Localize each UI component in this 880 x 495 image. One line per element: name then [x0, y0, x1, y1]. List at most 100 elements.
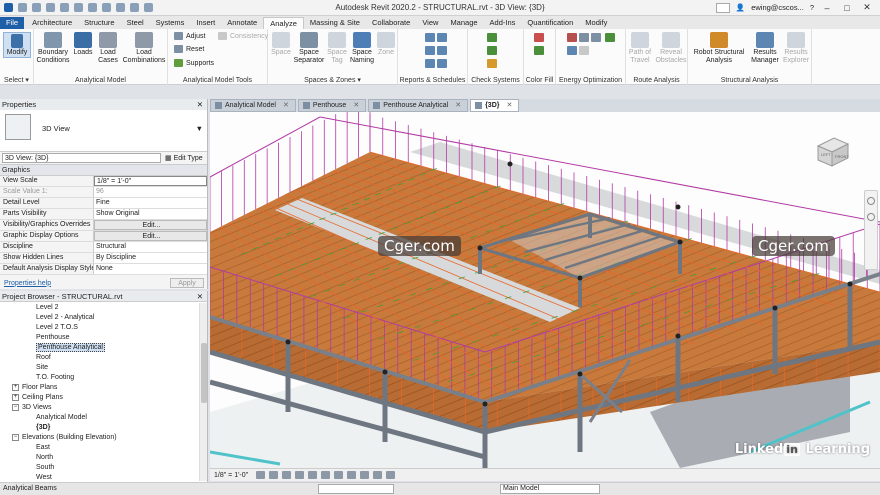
ribbon-tab-massing-site[interactable]: Massing & Site — [304, 17, 366, 29]
material-takeoff-icon[interactable] — [425, 46, 435, 55]
browser-item[interactable]: Level 2 T.O.S — [0, 323, 207, 333]
browser-item[interactable]: Penthouse — [0, 333, 207, 343]
optimize-icon[interactable] — [567, 46, 577, 55]
ribbon-tab-structure[interactable]: Structure — [78, 17, 120, 29]
temporary-hide-icon[interactable] — [360, 471, 370, 479]
browser-item[interactable]: East — [0, 443, 207, 453]
generate-icon[interactable] — [605, 33, 616, 42]
load-cases-button[interactable]: Load Cases — [96, 32, 120, 65]
collapse-icon[interactable]: − — [12, 433, 19, 441]
browser-item[interactable]: + Ceiling Plans — [0, 393, 207, 403]
consistency-button[interactable]: Consistency — [218, 32, 268, 40]
navigation-bar[interactable] — [864, 190, 878, 270]
reveal-obstacles-button[interactable]: Reveal Obstacles — [654, 32, 688, 65]
structural-model-drawing[interactable] — [210, 112, 880, 468]
modify-button[interactable]: Modify — [3, 32, 31, 58]
maximize-button[interactable]: □ — [840, 3, 854, 13]
schedule-icon[interactable] — [425, 33, 435, 42]
energy-settings-icon[interactable] — [567, 33, 577, 42]
property-value[interactable]: 96 — [94, 187, 207, 197]
ribbon-tab-systems[interactable]: Systems — [150, 17, 191, 29]
select-dropdown[interactable]: Select ▾ — [0, 76, 33, 84]
visual-style-icon[interactable] — [269, 471, 279, 479]
browser-item[interactable]: Level 2 - Analytical — [0, 313, 207, 323]
browser-item[interactable]: Roof — [0, 353, 207, 363]
property-value[interactable]: None — [94, 264, 207, 274]
expand-icon[interactable]: + — [12, 383, 19, 391]
render-icon[interactable] — [308, 471, 318, 479]
user-account[interactable]: ewing@cscos... — [751, 3, 804, 12]
view-tab[interactable]: Penthouse ✕ — [297, 99, 367, 112]
close-icon[interactable]: ✕ — [455, 100, 461, 112]
ribbon-tab-view[interactable]: View — [416, 17, 444, 29]
steering-wheel-icon[interactable] — [867, 197, 875, 205]
browser-item[interactable]: Penthouse Analytical — [0, 343, 207, 353]
check-pipe-icon[interactable] — [487, 46, 497, 55]
workset-dropdown[interactable] — [318, 484, 394, 494]
scroll-thumb[interactable] — [201, 343, 207, 403]
key-schedule-icon[interactable] — [437, 33, 447, 42]
browser-item[interactable]: −3D Views — [0, 403, 207, 413]
space-button[interactable]: Space — [270, 32, 292, 57]
edit-button[interactable]: Edit... — [94, 231, 207, 241]
expand-icon[interactable]: + — [12, 393, 19, 401]
browser-item[interactable]: + Floor Plans — [0, 383, 207, 393]
duct-legend-icon[interactable] — [534, 46, 544, 55]
adjust-button[interactable]: Adjust — [174, 32, 205, 40]
sun-path-icon[interactable] — [282, 471, 292, 479]
view-cube[interactable]: LEFT FRONT — [812, 134, 852, 170]
color-scheme-icon[interactable] — [534, 33, 544, 42]
apply-button[interactable]: Apply — [170, 278, 204, 288]
check-duct-icon[interactable] — [487, 33, 497, 42]
property-value[interactable]: 1/8" = 1'-0" — [94, 176, 207, 186]
view-tab[interactable]: Analytical Model ✕ — [210, 99, 296, 112]
view-cube-icon[interactable]: LEFT FRONT — [812, 134, 852, 170]
create-energy-model-icon[interactable] — [591, 33, 601, 42]
space-tag-button[interactable]: Space Tag — [326, 32, 348, 65]
type-selector[interactable]: 3D View ▼ — [0, 110, 207, 152]
view-scale[interactable]: 1/8" = 1'-0" — [214, 472, 248, 479]
results-manager-button[interactable]: Results Manager — [750, 32, 780, 65]
ribbon-tab-annotate[interactable]: Annotate — [221, 17, 263, 29]
property-value[interactable]: Structural — [94, 242, 207, 252]
reset-button[interactable]: Reset — [174, 45, 204, 53]
path-of-travel-button[interactable]: Path of Travel — [626, 32, 654, 65]
browser-item[interactable]: {3D} — [0, 423, 207, 433]
crop-view-icon[interactable] — [321, 471, 331, 479]
property-value[interactable]: Fine — [94, 198, 207, 208]
user-icon[interactable]: 👤 — [736, 3, 745, 12]
system-loads-icon[interactable] — [579, 46, 589, 55]
load-combinations-button[interactable]: Load Combinations — [122, 32, 166, 65]
zone-button[interactable]: Zone — [376, 32, 396, 57]
close-icon[interactable]: ✕ — [353, 100, 359, 112]
ribbon-tab-insert[interactable]: Insert — [190, 17, 221, 29]
browser-item[interactable]: South — [0, 463, 207, 473]
zoom-icon[interactable] — [867, 213, 875, 221]
lock-view-icon[interactable] — [347, 471, 357, 479]
space-naming-button[interactable]: Space Naming — [348, 32, 376, 65]
reveal-hidden-icon[interactable] — [373, 471, 383, 479]
browser-scrollbar[interactable] — [199, 303, 207, 481]
ribbon-tab-manage[interactable]: Manage — [444, 17, 483, 29]
analytical-model-icon[interactable] — [386, 471, 396, 479]
check-circuits-icon[interactable] — [487, 59, 497, 68]
close-button[interactable]: ✕ — [860, 2, 874, 13]
ribbon-tab-quantification[interactable]: Quantification — [521, 17, 579, 29]
graphics-section[interactable]: Graphics — [0, 165, 207, 176]
close-icon[interactable]: ✕ — [506, 100, 512, 112]
3d-viewport[interactable]: LEFT FRONT Cger.com Cger.com Linked in Le… — [210, 112, 880, 468]
collapse-icon[interactable]: − — [12, 403, 19, 411]
close-icon[interactable]: ✕ — [197, 291, 203, 302]
property-value[interactable]: By Discipline — [94, 253, 207, 263]
minimize-button[interactable]: – — [820, 3, 834, 13]
shadows-icon[interactable] — [295, 471, 305, 479]
supports-button[interactable]: Supports — [174, 59, 214, 67]
browser-item[interactable]: Site — [0, 363, 207, 373]
loads-button[interactable]: Loads — [72, 32, 94, 57]
ribbon-tab-modify[interactable]: Modify — [579, 17, 613, 29]
sheet-list-icon[interactable] — [437, 46, 447, 55]
boundary-conditions-button[interactable]: Boundary Conditions — [36, 32, 70, 65]
view-tab[interactable]: {3D} ✕ — [470, 99, 520, 112]
view-list-icon[interactable] — [437, 59, 447, 68]
detail-level-icon[interactable] — [256, 471, 266, 479]
